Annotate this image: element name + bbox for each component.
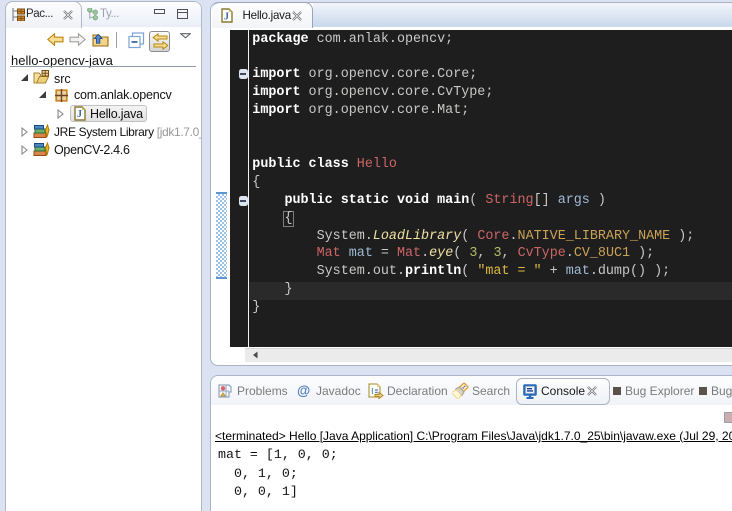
- svg-text:J: J: [77, 109, 82, 120]
- svg-text:J: J: [224, 12, 229, 23]
